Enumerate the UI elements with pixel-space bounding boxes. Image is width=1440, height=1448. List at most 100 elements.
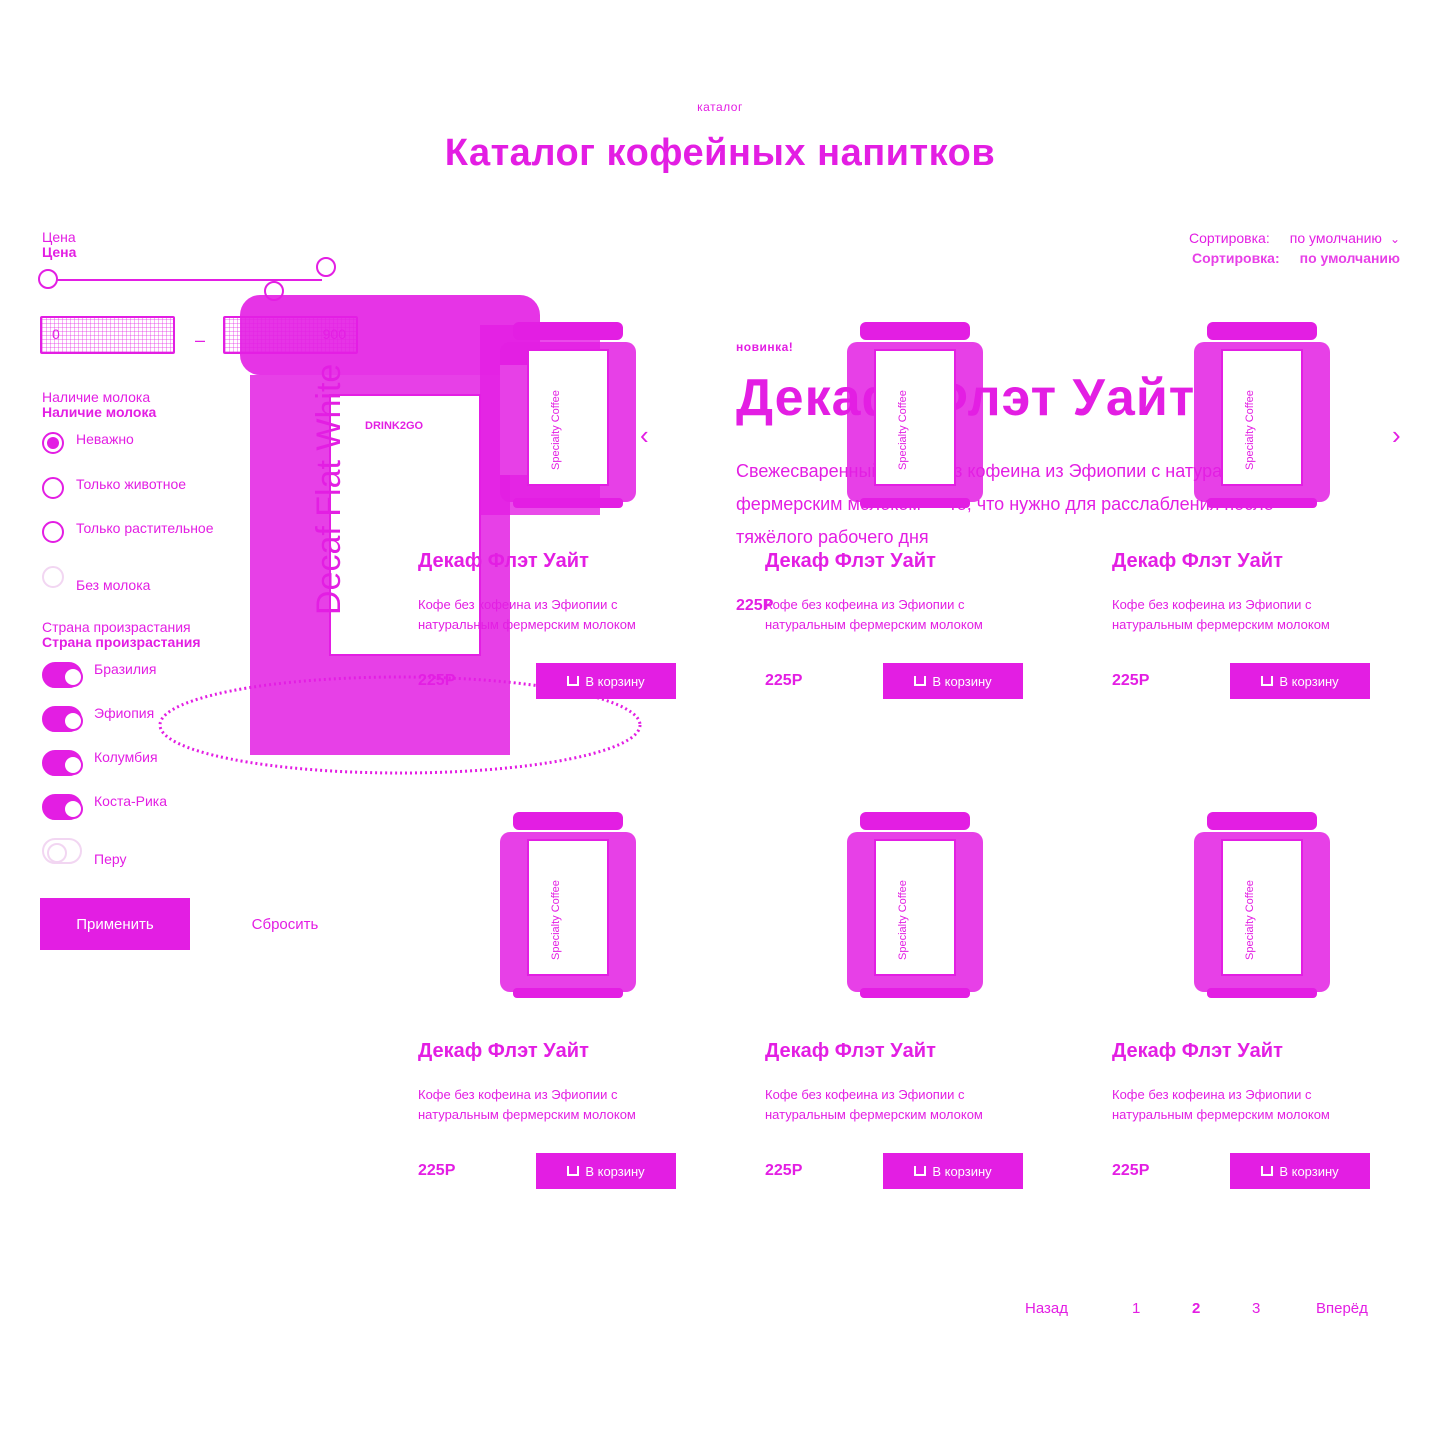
cart-icon (914, 676, 927, 686)
milk-option-label: Без молока (76, 577, 151, 593)
cart-label: В корзину (932, 1163, 992, 1179)
country-option-brazil[interactable]: Бразилия (42, 662, 156, 688)
add-to-cart-button[interactable]: В корзину (883, 1153, 1023, 1189)
can-text: Decaf Flat White (310, 363, 348, 615)
product-name[interactable]: Декаф Флэт Уайт (418, 1040, 589, 1063)
cart-icon (1261, 676, 1274, 686)
slider-min-handle[interactable] (38, 269, 58, 289)
banner-next-icon[interactable]: › (1392, 420, 1401, 451)
milk-option-label: Неважно (76, 431, 134, 447)
country-option-label: Перу (94, 851, 127, 867)
toggle-checkbox[interactable] (42, 662, 83, 688)
can-label: Specialty Coffee (1244, 880, 1256, 960)
product-image[interactable]: Specialty Coffee (825, 320, 985, 510)
product-image[interactable]: Specialty Coffee (1172, 320, 1332, 510)
product-image[interactable]: Specialty Coffee (825, 810, 985, 1000)
can-label: Specialty Coffee (1244, 390, 1256, 470)
product-price: 225Р (765, 672, 803, 689)
product-price: 225Р (418, 1162, 456, 1179)
product-image[interactable]: Specialty Coffee (478, 320, 638, 510)
can-label: Specialty Coffee (897, 390, 909, 470)
sort-label-shadow: Сортировка: (1191, 250, 1280, 266)
product-price: 225Р (765, 1162, 803, 1179)
cart-icon (567, 1166, 580, 1176)
price-filter-label: Цена Цена (42, 229, 77, 260)
reset-filters-button[interactable]: Сбросить (230, 898, 340, 950)
product-name[interactable]: Декаф Флэт Уайт (1112, 1040, 1283, 1063)
can-label: Specialty Coffee (550, 880, 562, 960)
product-name[interactable]: Декаф Флэт Уайт (1112, 550, 1283, 573)
product-price: 225Р (418, 672, 456, 689)
cart-icon (1261, 1166, 1274, 1176)
product-name[interactable]: Декаф Флэт Уайт (418, 550, 589, 573)
product-price: 225Р (1112, 672, 1150, 689)
add-to-cart-button[interactable]: В корзину (883, 663, 1023, 699)
cart-icon (914, 1166, 927, 1176)
product-description: Кофе без кофеина из Эфиопии с натуральны… (765, 1087, 983, 1122)
product-image[interactable]: Specialty Coffee (478, 810, 638, 1000)
country-option-label: Эфиопия (94, 705, 155, 721)
radio-button[interactable] (42, 566, 64, 588)
product-name[interactable]: Декаф Флэт Уайт (765, 550, 936, 573)
product-description: Кофе без кофеина из Эфиопии с натуральны… (765, 597, 983, 632)
cart-icon (567, 676, 580, 686)
add-to-cart-button[interactable]: В корзину (536, 663, 676, 699)
country-option-ethiopia[interactable]: Эфиопия (42, 706, 154, 732)
apply-filters-button[interactable]: Применить (40, 898, 190, 950)
sort-value-shadow: по умолчанию (1299, 250, 1400, 266)
add-to-cart-button[interactable]: В корзину (536, 1153, 676, 1189)
cart-label: В корзину (1279, 673, 1339, 689)
product-description: Кофе без кофеина из Эфиопии с натуральны… (1112, 597, 1330, 632)
cart-label: В корзину (932, 673, 992, 689)
product-image[interactable]: Specialty Coffee (1172, 810, 1332, 1000)
product-card[interactable]: Specialty Coffee Декаф Флэт Уайт Кофе без … (765, 810, 1045, 1210)
milk-option-none[interactable]: Без молока (42, 566, 150, 593)
pagination-next[interactable]: Вперёд (1316, 1300, 1368, 1317)
product-card[interactable]: Specialty Coffee Декаф Флэт Уайт Кофе без … (418, 320, 698, 720)
product-card[interactable]: Specialty Coffee Декаф Флэт Уайт Кофе без … (418, 810, 698, 1210)
page-title: Каталог кофейных напитков (444, 132, 996, 174)
cart-label: В корзину (585, 673, 645, 689)
slider-track (52, 279, 322, 281)
toggle-checkbox[interactable] (42, 750, 83, 776)
toggle-checkbox[interactable] (42, 794, 83, 820)
milk-option-any[interactable]: Неважно (42, 432, 134, 454)
slider-max-handle[interactable] (316, 257, 336, 277)
country-option-label: Колумбия (94, 749, 158, 765)
add-to-cart-button[interactable]: В корзину (1230, 1153, 1370, 1189)
chevron-down-icon: ⌄ (1389, 232, 1400, 246)
milk-filter-label: Наличие молока Наличие молока (42, 389, 157, 420)
product-price: 225Р (1112, 1162, 1150, 1179)
pagination-page-3[interactable]: 3 (1252, 1300, 1260, 1317)
product-card[interactable]: Specialty Coffee Декаф Флэт Уайт Кофе без … (1112, 320, 1392, 720)
product-card[interactable]: Specialty Coffee Декаф Флэт Уайт Кофе без … (765, 320, 1045, 720)
radio-button[interactable] (42, 521, 64, 543)
country-option-colombia[interactable]: Колумбия (42, 750, 158, 776)
country-option-costa-rica[interactable]: Коста-Рика (42, 794, 167, 820)
product-card[interactable]: Specialty Coffee Декаф Флэт Уайт Кофе без … (1112, 810, 1392, 1210)
radio-button[interactable] (42, 432, 64, 454)
can-label: Specialty Coffee (550, 390, 562, 470)
sort-value[interactable]: по умолчанию ⌄ (1290, 229, 1400, 249)
add-to-cart-button[interactable]: В корзину (1230, 663, 1370, 699)
pagination-prev[interactable]: Назад (1025, 1300, 1068, 1317)
product-description: Кофе без кофеина из Эфиопии с натуральны… (1112, 1087, 1330, 1122)
toggle-checkbox[interactable] (42, 838, 82, 864)
product-name[interactable]: Декаф Флэт Уайт (765, 1040, 936, 1063)
pagination-page-1[interactable]: 1 (1132, 1300, 1140, 1317)
radio-button[interactable] (42, 477, 64, 499)
cart-label: В корзину (585, 1163, 645, 1179)
cart-label: В корзину (1279, 1163, 1339, 1179)
sort-label: Сортировка: (1189, 230, 1270, 246)
breadcrumb[interactable]: каталог (0, 100, 1440, 114)
brand-label: DRINK2GO (365, 420, 424, 432)
product-description: Кофе без кофеина из Эфиопии с натуральны… (418, 597, 636, 632)
product-description: Кофе без кофеина из Эфиопии с натуральны… (418, 1087, 636, 1122)
can-label: Specialty Coffee (897, 880, 909, 960)
country-option-peru[interactable]: Перу (42, 838, 126, 867)
country-option-label: Коста-Рика (94, 793, 168, 809)
pagination-page-2[interactable]: 2 (1192, 1300, 1200, 1317)
toggle-checkbox[interactable] (42, 706, 83, 732)
country-option-label: Бразилия (94, 661, 157, 677)
sort-control[interactable]: Сортировка: по умолчанию ⌄ Сортировка: по… (1100, 229, 1400, 268)
